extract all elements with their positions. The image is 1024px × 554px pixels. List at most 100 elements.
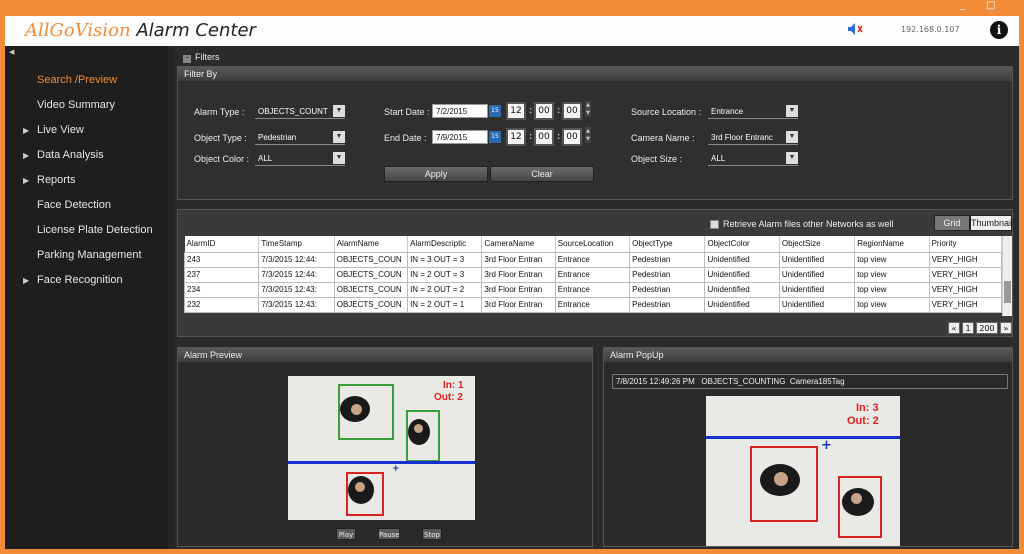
clear-button[interactable]: Clear [490,166,594,182]
table-cell: 3rd Floor Entran [481,266,556,283]
results-panel: Retrieve Alarm files other Networks as w… [177,209,1013,337]
expand-arrow-icon: ▶ [23,276,30,285]
app-brand: AllGoVision Alarm Center [25,20,256,41]
detection-box [750,446,818,522]
table-cell: Unidentified [778,296,856,313]
start-minute-input[interactable]: 00 [534,102,554,120]
pause-button[interactable]: Pause [378,528,400,540]
start-hour-input[interactable]: 12 [506,102,526,120]
column-header[interactable]: Priority [929,236,1003,253]
collapse-icon: − [183,55,191,63]
source-location-select[interactable]: Entrance ▼ [708,105,798,119]
info-icon[interactable]: i [990,21,1008,39]
preview-video: + In: 1 Out: 2 [288,376,475,520]
end-date-input[interactable]: 7/9/2015 [432,130,488,144]
table-row[interactable]: 237 7/3/2015 12:44: OBJECTS_COUN IN = 2 … [183,266,1003,283]
table-cell: IN = 2 OUT = 1 [407,296,483,313]
camera-name-select[interactable]: 3rd Floor Entranc ▼ [708,131,798,145]
filters-toggle[interactable]: − Filters [177,50,1017,64]
popup-out-count: Out: 2 [847,415,879,427]
time-spinner-icon[interactable]: ▲ ▼ [585,101,591,117]
popup-camera: Camera185Tag [789,377,845,386]
popup-in-count: In: 3 [856,402,879,414]
time-spinner-icon[interactable]: ▲ ▼ [585,127,591,143]
table-cell: 3rd Floor Entran [481,251,556,268]
column-header[interactable]: ObjectType [629,236,706,253]
column-header[interactable]: ObjectColor [704,236,780,253]
table-row[interactable]: 243 7/3/2015 12:44: OBJECTS_COUN IN = 3 … [183,251,1003,268]
table-cell: Unidentified [704,281,780,298]
table-cell: 7/3/2015 12:44: [258,266,335,283]
column-header[interactable]: RegionName [854,236,930,253]
end-hour-input[interactable]: 12 [506,128,526,146]
table-cell: top view [854,281,930,298]
sidebar: ◀ Search /Preview Video Summary ▶ Live V… [5,46,168,549]
page-current[interactable]: 1 [962,322,974,334]
time-separator: : [557,105,561,116]
minimize-button[interactable]: _ [960,0,965,11]
table-cell: Unidentified [778,266,856,283]
calendar-icon[interactable]: 15 [489,131,501,143]
counting-line [288,461,475,464]
sidebar-item-label: Face Detection [37,199,111,211]
chevron-down-icon: ▼ [333,152,345,164]
column-header[interactable]: SourceLocation [555,236,631,253]
column-header[interactable]: CameraName [481,236,556,253]
expand-arrow-icon: ▶ [23,151,30,160]
chevron-down-icon: ▼ [786,105,798,117]
table-row[interactable]: 232 7/3/2015 12:43: OBJECTS_COUN IN = 2 … [183,296,1003,313]
preview-in-count: In: 1 [443,380,464,391]
maximize-button[interactable]: □ [986,0,995,11]
next-page-button[interactable]: » [1000,322,1012,334]
column-header[interactable]: TimeStamp [258,236,335,253]
apply-button[interactable]: Apply [384,166,488,182]
speaker-icon[interactable] [847,22,863,38]
end-second-input[interactable]: 00 [562,128,582,146]
sidebar-collapse-icon[interactable]: ◀ [9,48,14,56]
object-color-select[interactable]: ALL ▼ [255,152,345,166]
stop-button[interactable]: Stop [422,528,442,540]
table-cell: OBJECTS_COUN [333,251,409,268]
end-minute-input[interactable]: 00 [534,128,554,146]
table-cell: Unidentified [778,281,856,298]
chevron-down-icon: ▼ [786,131,798,143]
column-header[interactable]: AlarmDescriptic [407,236,483,253]
retrieve-checkbox[interactable] [710,220,719,229]
column-header[interactable]: AlarmID [184,236,260,253]
expand-arrow-icon: ▶ [23,176,30,185]
detection-box [838,476,882,538]
object-type-label: Object Type : [194,133,247,143]
prev-page-button[interactable]: « [948,322,960,334]
expand-arrow-icon: ▶ [23,126,30,135]
object-type-select[interactable]: Pedestrian ▼ [255,131,345,145]
line-plus-marker: + [392,464,400,474]
line-plus-marker: + [821,438,832,453]
tab-thumbnail[interactable]: Thumbnail [970,215,1013,231]
object-size-select[interactable]: ALL ▼ [708,152,798,166]
table-cell: 7/3/2015 12:43: [258,296,335,313]
scrollbar-thumb[interactable] [1004,281,1011,303]
start-second-input[interactable]: 00 [562,102,582,120]
calendar-icon[interactable]: 15 [489,105,501,117]
sidebar-item-label: Video Summary [37,99,116,111]
tab-grid[interactable]: Grid [934,215,970,231]
alarm-type-label: Alarm Type : [194,107,245,117]
column-header[interactable]: AlarmName [334,236,409,253]
alarm-type-select[interactable]: OBJECTS_COUNT ▼ [255,105,345,119]
sidebar-item-label: Face Recognition [37,274,123,286]
alarm-type-value: OBJECTS_COUNT [258,107,328,116]
table-cell: IN = 3 OUT = 3 [407,251,483,268]
table-scrollbar[interactable] [1002,236,1012,316]
table-cell: Unidentified [704,296,780,313]
column-header[interactable]: ObjectSize [779,236,856,253]
chevron-down-icon: ▼ [786,152,798,164]
table-row[interactable]: 234 7/3/2015 12:43: OBJECTS_COUN IN = 2 … [183,281,1003,298]
start-date-input[interactable]: 7/2/2015 [432,104,488,118]
table-cell: Pedestrian [629,251,706,268]
play-button[interactable]: Play [336,528,356,540]
detection-box [406,410,440,462]
filter-by-header: Filter By [178,67,1012,81]
chevron-down-icon: ▼ [333,105,345,117]
object-size-label: Object Size : [631,154,683,164]
popup-alarm-entry[interactable]: 7/8/2015 12:49:26 PM OBJECTS_COUNTING Ca… [612,374,1008,389]
